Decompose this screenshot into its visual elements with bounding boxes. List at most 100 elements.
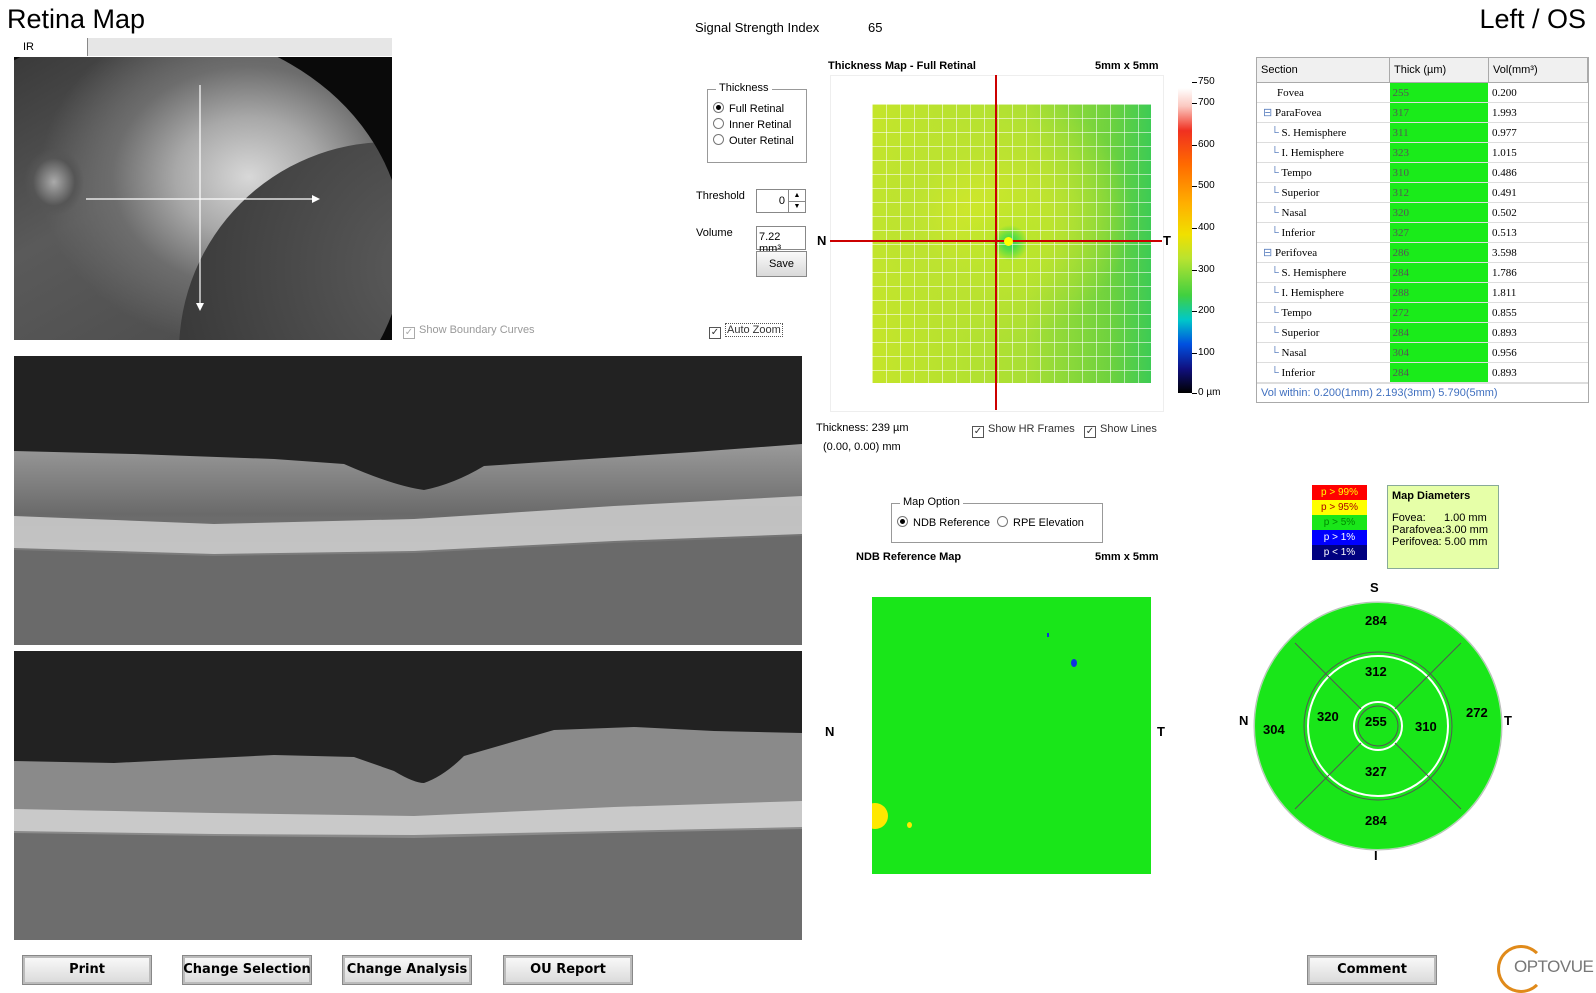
table-row[interactable]: └ Superior 284 0.893 [1257,322,1588,343]
colorbar-tick-label: 750 [1198,76,1215,87]
volume-field: 7.22 mm³ [756,226,806,255]
colorbar-tick-label: 500 [1198,180,1215,191]
change-selection-button[interactable]: Change Selection [182,955,312,985]
sector-inner-temporal: 310 [1415,719,1437,734]
radio-inner-retinal[interactable]: Inner Retinal [713,118,791,131]
radio-label: Outer Retinal [729,135,794,147]
ir-tab[interactable]: IR [14,38,88,56]
colorbar-tick [1192,311,1197,312]
auto-zoom-label: Auto Zoom [725,323,783,337]
ssi-value: 65 [868,20,883,35]
collapse-icon[interactable]: ⊟ [1263,247,1275,259]
eye-label: Left / OS [1479,4,1586,34]
table-row[interactable]: └ Tempo 310 0.486 [1257,162,1588,183]
save-button[interactable]: Save [756,251,807,277]
spin-down-icon[interactable]: ▼ [788,201,805,212]
colorbar-tick-label: 700 [1198,97,1215,108]
table-row[interactable]: └ Inferior 284 0.893 [1257,362,1588,383]
colorbar-tick-label: 600 [1198,139,1215,150]
vol-cell: 1.015 [1488,142,1588,163]
section-cell: └ Nasal [1257,202,1390,223]
threshold-input[interactable]: 0 ▲ ▼ [756,189,806,213]
vol-cell: 1.993 [1488,102,1588,123]
change-analysis-button[interactable]: Change Analysis [342,955,472,985]
thick-cell: 286 [1389,242,1489,263]
table-row[interactable]: └ Nasal 320 0.502 [1257,202,1588,223]
table-row[interactable]: └ Superior 312 0.491 [1257,182,1588,203]
checkbox-icon: ✓ [1084,426,1096,438]
table-row[interactable]: └ Inferior 327 0.513 [1257,222,1588,243]
sector-s-label: S [1370,580,1379,595]
table-row[interactable]: └ Tempo 272 0.855 [1257,302,1588,323]
ndb-blue-tick [1047,633,1049,637]
col-thick[interactable]: Thick (µm) [1389,58,1489,83]
table-row[interactable]: └ Nasal 304 0.956 [1257,342,1588,363]
tree-line-icon: └ [1271,286,1282,299]
vol-within-footer: Vol within: 0.200(1mm) 2.193(3mm) 5.790(… [1257,383,1588,402]
show-boundary-checkbox[interactable]: ✓ Show Boundary Curves [403,324,535,339]
ndb-reference-map[interactable] [872,597,1151,874]
col-section[interactable]: Section [1257,58,1390,83]
thickness-colorbar [1178,88,1192,393]
table-row[interactable]: ⊟ Perifovea 286 3.598 [1257,242,1588,263]
checkbox-icon: ✓ [403,327,415,339]
section-cell: ⊟ Perifovea [1257,242,1390,263]
section-label: Fovea [1277,86,1304,99]
radio-full-retinal[interactable]: Full Retinal [713,102,784,115]
section-cell: └ S. Hemisphere [1257,262,1390,283]
colorbar-tick-label: 300 [1198,264,1215,275]
thick-cell: 327 [1389,222,1489,243]
sector-n-label: N [1239,713,1249,728]
show-hr-frames-checkbox[interactable]: ✓ Show HR Frames [972,423,1075,438]
comment-button[interactable]: Comment [1307,955,1437,985]
table-row[interactable]: ⊟ ParaFovea 317 1.993 [1257,102,1588,123]
radio-outer-retinal[interactable]: Outer Retinal [713,134,794,147]
sector-inner-superior: 312 [1365,664,1387,679]
thick-cell: 284 [1389,362,1489,383]
auto-zoom-checkbox[interactable]: ✓ Auto Zoom [709,323,783,339]
plegend-item: p > 99% [1312,485,1367,500]
thick-cell: 255 [1389,82,1489,103]
colorbar-tick [1192,82,1197,83]
ou-report-button[interactable]: OU Report [503,955,633,985]
thick-cell: 272 [1389,302,1489,323]
oct-scan-layers-2 [14,651,802,940]
thick-cell: 304 [1389,342,1489,363]
diam-perifovea: Perifovea: 5.00 mm [1392,536,1488,548]
threshold-value: 0 [778,195,785,207]
oct-scan-layers [14,356,802,645]
sector-inner-nasal: 320 [1317,709,1339,724]
oct-bscan-vertical[interactable] [14,651,802,940]
section-label: Superior [1281,326,1320,339]
show-lines-checkbox[interactable]: ✓ Show Lines [1084,423,1157,438]
table-row[interactable]: └ S. Hemisphere 311 0.977 [1257,122,1588,143]
table-row[interactable]: └ S. Hemisphere 284 1.786 [1257,262,1588,283]
ir-fundus-image[interactable] [14,57,392,340]
oct-bscan-horizontal[interactable] [14,356,802,645]
tree-line-icon: └ [1271,186,1282,199]
section-cell: └ Superior [1257,322,1390,343]
section-cell: └ I. Hemisphere [1257,282,1390,303]
radio-ndb-reference[interactable]: NDB Reference [897,516,990,529]
section-cell: └ Tempo [1257,162,1390,183]
section-cell: └ Superior [1257,182,1390,203]
coord-readout: (0.00, 0.00) mm [823,441,901,453]
col-vol[interactable]: Vol(mm³) [1488,58,1588,83]
radio-rpe-elevation[interactable]: RPE Elevation [997,516,1084,529]
section-cell: └ Tempo [1257,302,1390,323]
section-label: I. Hemisphere [1281,286,1344,299]
tree-line-icon: └ [1271,166,1282,179]
table-row[interactable]: └ I. Hemisphere 323 1.015 [1257,142,1588,163]
radio-label: Inner Retinal [729,119,792,131]
section-cell: └ S. Hemisphere [1257,122,1390,143]
map-diameters-box: Map Diameters Fovea: 1.00 mm Parafovea:3… [1387,485,1499,569]
table-row[interactable]: └ I. Hemisphere 288 1.811 [1257,282,1588,303]
radio-icon [713,134,724,145]
colorbar-tick-label: 400 [1198,222,1215,233]
tree-line-icon: └ [1271,326,1282,339]
tree-line-icon: └ [1271,126,1282,139]
table-row[interactable]: Fovea 255 0.200 [1257,82,1588,103]
print-button[interactable]: Print [22,955,152,985]
collapse-icon[interactable]: ⊟ [1263,107,1275,119]
plegend-item: p > 5% [1312,515,1367,530]
